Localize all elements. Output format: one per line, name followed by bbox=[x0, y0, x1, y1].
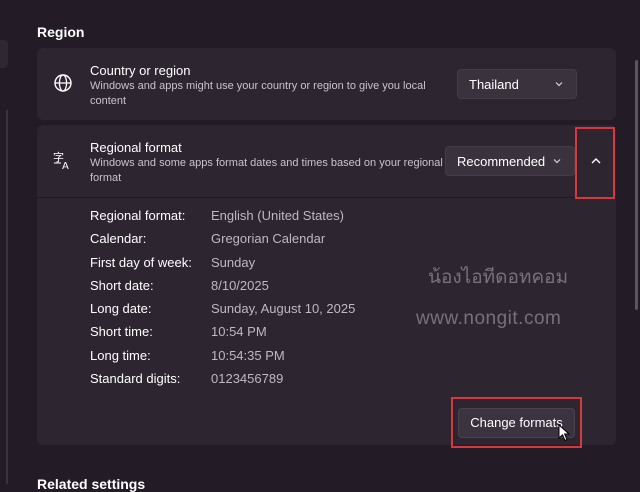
detail-value: Sunday, August 10, 2025 bbox=[211, 301, 356, 316]
left-nav-divider bbox=[6, 110, 8, 484]
section-title: Region bbox=[37, 24, 85, 40]
detail-value: Gregorian Calendar bbox=[211, 231, 326, 246]
detail-label: Calendar: bbox=[90, 231, 147, 246]
chevron-down-icon bbox=[555, 82, 563, 87]
regional-format-title: Regional format bbox=[90, 140, 182, 155]
detail-value: 0123456789 bbox=[211, 371, 284, 386]
detail-value: 8/10/2025 bbox=[211, 278, 269, 293]
country-dropdown[interactable]: Thailand bbox=[457, 69, 577, 99]
detail-label: Long time: bbox=[90, 348, 151, 363]
detail-label: Short date: bbox=[90, 278, 154, 293]
related-settings-title: Related settings bbox=[37, 476, 146, 492]
detail-label: Regional format: bbox=[90, 208, 186, 223]
svg-text:A: A bbox=[62, 161, 69, 171]
country-region-description: Windows and apps might use your country … bbox=[90, 80, 426, 107]
language-format-icon: 字 A bbox=[53, 150, 69, 171]
detail-value: English (United States) bbox=[211, 208, 344, 223]
globe-icon bbox=[54, 74, 72, 92]
card-divider bbox=[37, 197, 616, 198]
country-dropdown-value: Thailand bbox=[469, 77, 519, 92]
scrollbar-thumb[interactable] bbox=[635, 60, 638, 310]
regional-format-description: Windows and some apps format dates and t… bbox=[90, 157, 443, 184]
chevron-down-icon bbox=[553, 159, 561, 164]
detail-value: 10:54 PM bbox=[211, 324, 267, 339]
detail-label: Long date: bbox=[90, 301, 152, 316]
left-nav-edge bbox=[0, 40, 8, 68]
highlight-box-collapse bbox=[575, 127, 615, 199]
regional-format-dropdown[interactable]: Recommended bbox=[445, 146, 575, 176]
country-region-card: Country or region Windows and apps might… bbox=[37, 48, 616, 120]
detail-label: First day of week: bbox=[90, 255, 192, 270]
detail-label: Standard digits: bbox=[90, 371, 181, 386]
country-region-title: Country or region bbox=[90, 63, 191, 78]
detail-value: 10:54:35 PM bbox=[211, 348, 285, 363]
watermark-url: www.nongit.com bbox=[416, 308, 562, 329]
mouse-pointer-icon bbox=[558, 424, 571, 442]
watermark-thai: น้องไอทีดอทคอม bbox=[428, 267, 569, 288]
regional-format-dropdown-value: Recommended bbox=[457, 154, 546, 169]
detail-label: Short time: bbox=[90, 324, 153, 339]
regional-format-header[interactable]: 字 A Regional format Windows and some app… bbox=[37, 125, 616, 197]
detail-value: Sunday bbox=[211, 255, 256, 270]
